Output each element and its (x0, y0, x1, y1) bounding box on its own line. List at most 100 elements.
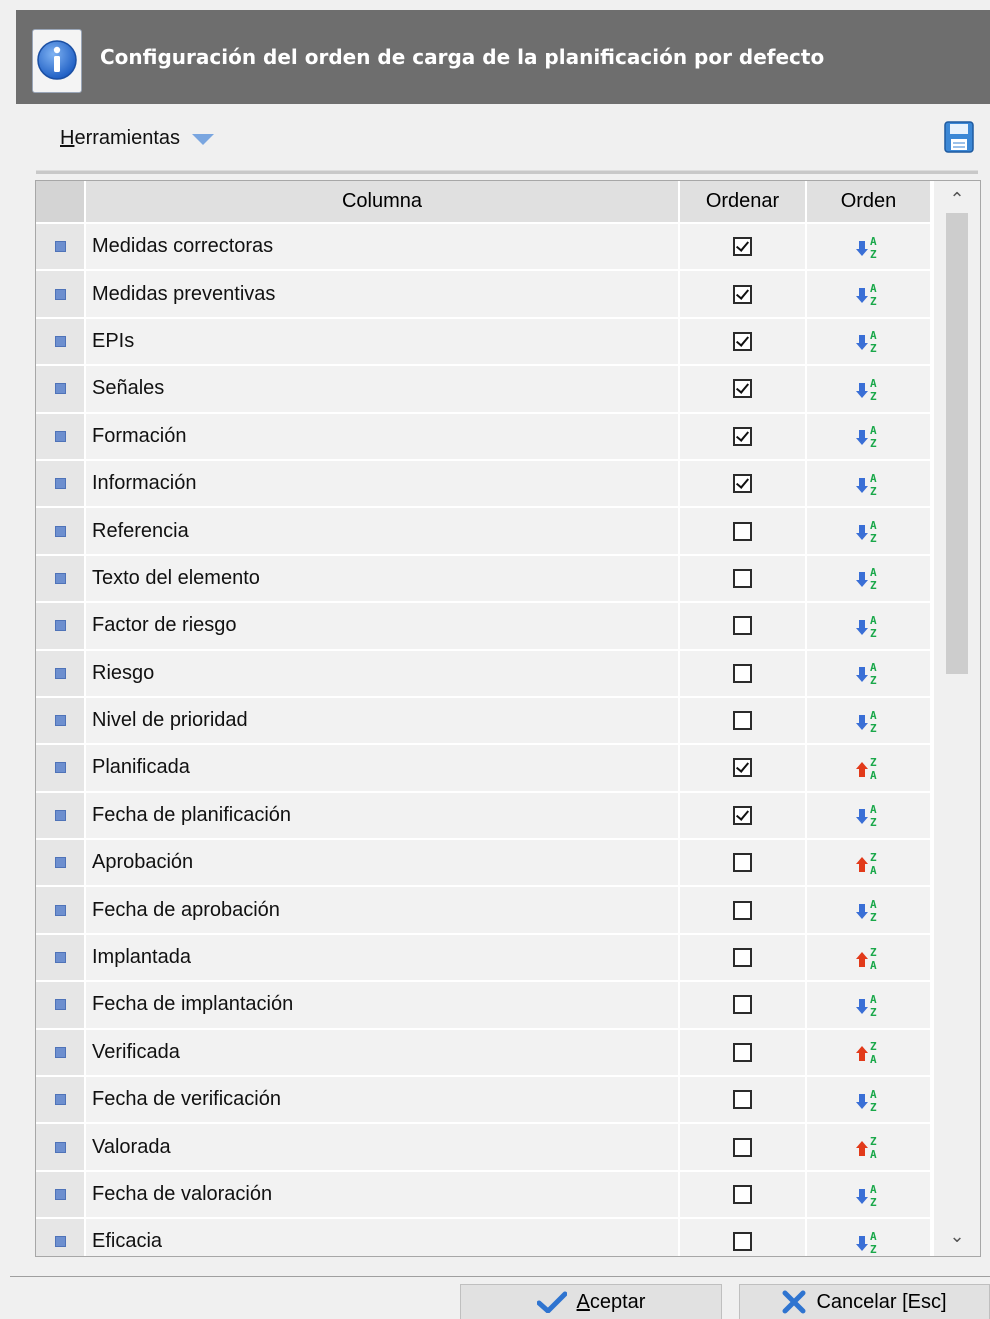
column-header-ordenar[interactable]: Ordenar (680, 181, 807, 224)
row-marker (36, 745, 86, 793)
sort-descending-icon[interactable]: ZA (807, 745, 932, 793)
table-row[interactable]: Fecha de aprobación A Z (36, 887, 934, 935)
ordenar-checkbox[interactable] (733, 616, 752, 636)
ordenar-checkbox[interactable] (733, 1090, 752, 1110)
table-row[interactable]: Valorada Z A (36, 1124, 934, 1172)
ordenar-checkbox[interactable] (733, 1042, 752, 1062)
table-row[interactable]: Medidas correctoras A Z (36, 224, 934, 272)
accept-button[interactable]: Aceptar (460, 1284, 722, 1319)
table-row[interactable]: Planificada Z A (36, 745, 934, 793)
chevron-down-icon (192, 134, 215, 145)
column-header-columna[interactable]: Columna (86, 181, 680, 224)
ordenar-cell (680, 318, 807, 367)
svg-text:A: A (870, 424, 877, 437)
ordenar-checkbox[interactable] (733, 284, 752, 304)
row-marker-icon (54, 335, 66, 347)
ordenar-checkbox[interactable] (733, 1232, 752, 1252)
sort-ascending-icon[interactable]: AZ (807, 650, 932, 698)
scroll-up-icon[interactable]: ⌃ (942, 185, 972, 213)
table-row[interactable]: Fecha de valoración A Z (36, 1171, 934, 1220)
table-row[interactable]: Información A Z (36, 460, 934, 509)
ordenar-cell (680, 1077, 807, 1125)
ordenar-checkbox[interactable] (733, 711, 752, 731)
ordenar-checkbox[interactable] (733, 663, 752, 683)
ordenar-checkbox[interactable] (733, 900, 752, 920)
table-row[interactable]: Texto del elemento A Z (36, 555, 934, 604)
table-row[interactable]: Medidas preventivas A Z (36, 271, 934, 319)
table-row[interactable]: Aprobación Z A (36, 840, 934, 888)
vertical-scrollbar[interactable]: ⌃ ⌄ (934, 181, 980, 1256)
table-row[interactable]: Señales A Z (36, 366, 934, 414)
sort-ascending-icon[interactable]: AZ (807, 413, 932, 461)
table-row[interactable]: Implantada Z A (36, 934, 934, 983)
row-marker (36, 1029, 86, 1078)
table-row[interactable]: Formación A Z (36, 413, 934, 461)
svg-text:A: A (870, 614, 877, 627)
sort-ascending-icon[interactable]: AZ (807, 697, 932, 746)
ordenar-cell (680, 697, 807, 746)
row-marker (36, 1171, 86, 1220)
row-marker-icon (54, 715, 66, 727)
ordenar-checkbox[interactable] (733, 1137, 752, 1157)
tools-menu-button[interactable]: Herramientas (60, 124, 215, 152)
table-row[interactable]: Verificada Z A (36, 1029, 934, 1078)
sort-ascending-icon[interactable]: AZ (807, 460, 932, 509)
ordenar-checkbox[interactable] (733, 758, 752, 778)
svg-text:A: A (870, 235, 877, 248)
scroll-thumb[interactable] (946, 213, 968, 674)
ordenar-checkbox[interactable] (733, 237, 752, 257)
svg-text:A: A (870, 1088, 877, 1101)
table-row[interactable]: Factor de riesgo A Z (36, 603, 934, 651)
svg-text:Z: Z (870, 851, 877, 864)
row-marker-icon (54, 1189, 66, 1200)
sort-ascending-icon[interactable]: AZ (807, 982, 932, 1030)
svg-text:A: A (870, 803, 877, 816)
table-row[interactable]: Fecha de verificación A Z (36, 1077, 934, 1125)
column-header-orden[interactable]: Orden (807, 181, 932, 224)
svg-text:A: A (870, 377, 877, 390)
ordenar-checkbox[interactable] (733, 379, 752, 399)
table-row[interactable]: Fecha de planificación A Z (36, 792, 934, 841)
sort-ascending-icon[interactable]: AZ (807, 1077, 932, 1125)
ordenar-cell (680, 982, 807, 1030)
ordenar-checkbox[interactable] (733, 853, 752, 873)
table-row[interactable]: Referencia A Z (36, 508, 934, 556)
ordenar-checkbox[interactable] (733, 426, 752, 446)
sort-ascending-icon[interactable]: AZ (807, 555, 932, 604)
table-row[interactable]: Fecha de implantación A Z (36, 982, 934, 1030)
sort-ascending-icon[interactable]: AZ (807, 508, 932, 556)
ordenar-checkbox[interactable] (733, 948, 752, 968)
table-row[interactable]: EPIs A Z (36, 318, 934, 367)
sort-descending-icon[interactable]: ZA (807, 1124, 932, 1172)
sort-ascending-icon[interactable]: AZ (807, 1171, 932, 1220)
save-icon[interactable] (944, 121, 974, 153)
ordenar-checkbox[interactable] (733, 331, 752, 351)
scroll-down-icon[interactable]: ⌄ (942, 1222, 972, 1250)
svg-text:A: A (870, 1148, 877, 1161)
table-row[interactable]: Eficacia A Z (36, 1219, 934, 1256)
cancel-button[interactable]: Cancelar [Esc] (739, 1284, 990, 1319)
row-marker (36, 650, 86, 698)
table-row[interactable]: Nivel de prioridad A Z (36, 697, 934, 746)
sort-descending-icon[interactable]: ZA (807, 840, 932, 888)
sort-ascending-icon[interactable]: AZ (807, 887, 932, 935)
ordenar-checkbox[interactable] (733, 568, 752, 588)
sort-ascending-icon[interactable]: AZ (807, 224, 932, 272)
row-marker (36, 1219, 86, 1256)
sort-ascending-icon[interactable]: AZ (807, 271, 932, 319)
ordenar-checkbox[interactable] (733, 1185, 752, 1204)
ordenar-checkbox[interactable] (733, 995, 752, 1015)
sort-ascending-icon[interactable]: AZ (807, 792, 932, 841)
sort-ascending-icon[interactable]: AZ (807, 318, 932, 367)
sort-ascending-icon[interactable]: AZ (807, 366, 932, 414)
sort-descending-icon[interactable]: ZA (807, 934, 932, 983)
table-row[interactable]: Riesgo A Z (36, 650, 934, 698)
ordenar-checkbox[interactable] (733, 474, 752, 494)
row-marker (36, 887, 86, 935)
ordenar-checkbox[interactable] (733, 521, 752, 541)
ordenar-checkbox[interactable] (733, 805, 752, 825)
sort-descending-icon[interactable]: ZA (807, 1029, 932, 1078)
sort-ascending-icon[interactable]: AZ (807, 1219, 932, 1256)
sort-ascending-icon[interactable]: AZ (807, 603, 932, 651)
column-name-cell: Valorada (86, 1124, 680, 1172)
